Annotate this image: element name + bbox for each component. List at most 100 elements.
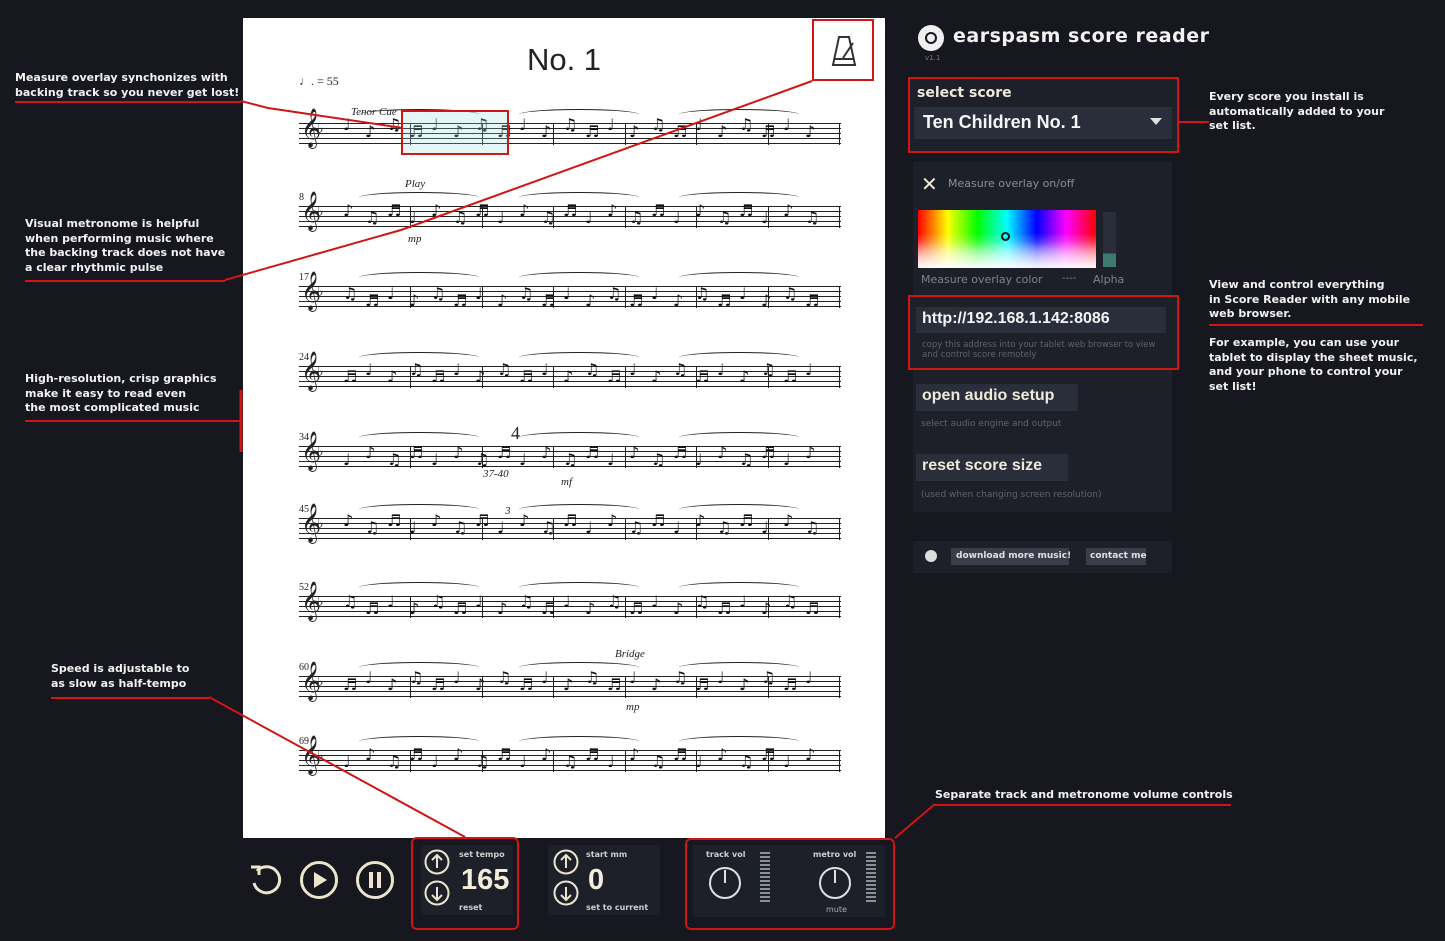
music-note: ♪ [541,122,552,141]
music-note: ♩ [673,518,681,537]
music-note: ♬ [475,201,490,220]
staff-line [299,446,841,447]
slur [359,504,479,515]
music-note: ♪ [717,443,728,462]
music-note: ♫ [453,518,468,537]
slur [359,662,479,673]
music-note: ♬ [717,291,732,310]
music-note: ♬ [519,675,534,694]
reset-score-size-label[interactable]: reset score size [922,457,1042,475]
metro-vol-label: metro vol [813,850,857,859]
music-note: ♬ [387,511,402,530]
music-note: ♬ [783,675,798,694]
music-note: ♪ [783,201,794,220]
music-note: ♫ [717,208,732,227]
music-note: ♪ [805,443,816,462]
start-mm-up-button[interactable] [553,849,579,879]
tempo-reset-button[interactable]: reset [459,903,482,912]
select-score-value[interactable]: Ten Children No. 1 [923,112,1081,133]
measure-overlay-toggle-label[interactable]: Measure overlay on/off [948,177,1074,190]
key-signature-flat-icon: ♭ [317,364,324,380]
music-note: ♩ [409,208,417,227]
app-logo-icon [925,550,937,562]
metronome-volume-knob[interactable] [819,867,851,899]
arrow-up-icon [424,849,450,875]
music-note: ♪ [717,745,728,764]
slur [519,352,639,363]
music-note: ♪ [761,599,772,618]
start-mm-down-button[interactable] [553,880,579,910]
staff: 34 𝄞 ♭ ♩ ♪ ♫ ♬ ♩ ♪ ♫ ♬ ♩ ♪ ♫ ♬ ♩ ♪ ♫ ♬ ♩ ♪ ♫ ♬ ♩ ♪ [299,432,841,469]
slur [519,432,639,443]
contact-me-label[interactable]: contact me [1090,551,1147,561]
music-note: ♬ [431,675,446,694]
music-note: ♪ [629,745,640,764]
key-signature-flat-icon: ♭ [317,516,324,532]
color-picker-cursor[interactable] [1001,232,1010,241]
music-note: ♩ [453,360,461,379]
staff-line [299,750,841,751]
rewind-button[interactable] [248,861,284,897]
music-note: ♩ [805,668,813,687]
music-note: ♬ [805,291,820,310]
music-note: ♬ [409,745,424,764]
pause-button[interactable] [355,860,395,900]
key-signature-flat-icon: ♭ [317,748,324,764]
music-note: ♫ [365,208,380,227]
music-note: ♪ [629,443,640,462]
music-note: ♫ [519,284,534,303]
slur [519,662,639,673]
mute-button[interactable]: mute [826,905,847,914]
music-note: ♪ [365,745,376,764]
barline [625,596,626,618]
music-note: ♪ [563,675,574,694]
music-note: ♪ [607,201,618,220]
music-note: ♬ [651,511,666,530]
annotation-visual-metronome: Visual metronome is helpful when perform… [25,217,225,275]
open-audio-setup-label[interactable]: open audio setup [922,387,1054,405]
chevron-down-icon[interactable] [1150,118,1162,125]
score-annotation-text: Tenor Cue [351,106,397,118]
music-note: ♫ [673,360,688,379]
music-note: ♫ [585,360,600,379]
barline [625,676,626,698]
music-note: ♪ [431,201,442,220]
score-annotation-text: 4 [511,423,520,443]
music-note: ♩ [387,284,395,303]
music-note: ♩ [519,450,527,469]
music-note: ♫ [695,284,710,303]
barline [625,123,626,145]
annotation-line: in Score Reader with any mobile [1209,292,1411,306]
music-note: ♩ [651,284,659,303]
music-note: ♫ [497,360,512,379]
overlay-color-label: Measure overlay color [921,273,1043,286]
tempo-down-button[interactable] [424,880,450,910]
barline [839,286,840,308]
music-note: ♫ [783,592,798,611]
music-note: ♫ [805,518,820,537]
play-button[interactable] [299,860,339,900]
music-note: ♬ [695,367,710,386]
annotation-line: when performing music where [25,231,214,245]
alpha-slider[interactable] [1103,212,1116,267]
barline [625,446,626,468]
music-note: ♬ [629,599,644,618]
set-to-current-button[interactable]: set to current [586,903,648,912]
slur [519,504,639,515]
download-more-music-label[interactable]: download more music! [956,551,1071,561]
music-note: ♩ [343,752,351,771]
music-note: ♪ [717,122,728,141]
score-sheet[interactable]: No. 1 ♩. = 55 𝄞 ♭ ♩ ♪ ♫ ♬ ♩ ♪ ♫ ♬ ♩ ♪ ♫ ♬ ♩ ♪ ♫ ♬ ♩ ♪ ♫ ♬ ♩ ♪ 8 𝄞… [243,18,885,838]
music-note: ♪ [387,367,398,386]
music-note: ♪ [453,443,464,462]
staff-line [299,611,841,612]
score-annotation-text: 37-40 [483,468,509,480]
tempo-up-button[interactable] [424,849,450,879]
track-volume-knob[interactable] [709,867,741,899]
slur [679,272,799,283]
close-icon[interactable]: ✕ [921,172,938,196]
music-note: ♪ [673,599,684,618]
barline [839,446,840,468]
remote-url-value[interactable]: http://192.168.1.142:8086 [922,310,1110,328]
visual-metronome-button[interactable] [812,19,874,81]
